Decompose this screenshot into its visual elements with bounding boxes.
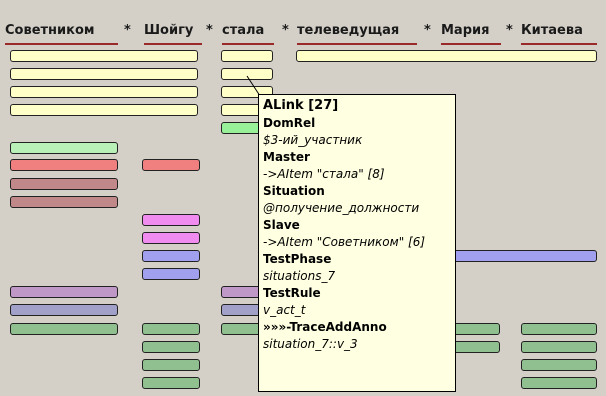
word-kitaeva[interactable]: Китаева xyxy=(521,22,583,40)
annotation-bar[interactable] xyxy=(142,323,200,335)
annotation-bar[interactable] xyxy=(221,50,273,62)
annotation-bar[interactable] xyxy=(521,323,597,335)
separator-5: * xyxy=(506,23,513,38)
separator-1: * xyxy=(124,23,131,38)
tooltip-field-key: »»»-TraceAddAnno xyxy=(263,320,387,334)
tooltip-field-value: v_act_t xyxy=(263,303,306,317)
annotation-bar[interactable] xyxy=(440,250,597,262)
separator-3: * xyxy=(282,23,289,38)
tooltip-field-value: ->AItem "Советником" [6] xyxy=(263,235,426,249)
separator-2: * xyxy=(206,23,213,38)
annotation-bar[interactable] xyxy=(10,68,198,80)
alink-tooltip: ALink [27] DomRel $3-ий_участник Master ->A… xyxy=(258,94,456,392)
word-underline-sovetnikom xyxy=(5,43,118,45)
word-sovetnikom[interactable]: Советником xyxy=(5,22,95,40)
annotation-bar[interactable] xyxy=(142,341,200,353)
annotation-bar[interactable] xyxy=(10,142,118,154)
sentence-header: Советником * Шойгу * стала * телеведущая… xyxy=(0,0,606,46)
annotation-bar[interactable] xyxy=(142,159,200,171)
annotation-bar[interactable] xyxy=(221,68,273,80)
annotation-bar[interactable] xyxy=(10,286,118,298)
word-televedushchaya[interactable]: телеведущая xyxy=(297,22,399,40)
tooltip-field-key: Situation xyxy=(263,184,325,198)
annotation-bar[interactable] xyxy=(10,50,198,62)
word-underline-televedushchaya xyxy=(297,43,417,45)
word-underline-stala xyxy=(222,43,274,45)
word-underline-kitaeva xyxy=(521,43,597,45)
annotation-bar[interactable] xyxy=(10,86,198,98)
word-stala[interactable]: стала xyxy=(222,22,264,40)
word-shoigu[interactable]: Шойгу xyxy=(144,22,193,40)
tooltip-title: ALink [27] xyxy=(263,98,339,113)
annotation-bar[interactable] xyxy=(142,268,200,280)
tooltip-field-key: TestRule xyxy=(263,286,321,300)
annotation-bar[interactable] xyxy=(142,214,200,226)
separator-4: * xyxy=(424,23,431,38)
annotation-bar[interactable] xyxy=(10,304,118,316)
tooltip-field-value: situation_7::v_3 xyxy=(263,337,358,351)
tooltip-field-key: DomRel xyxy=(263,116,316,130)
tooltip-field-value: @получение_должности xyxy=(263,201,420,215)
tooltip-field-value: $3-ий_участник xyxy=(263,133,363,147)
word-underline-shoigu xyxy=(144,43,202,45)
tooltip-field-key: Slave xyxy=(263,218,300,232)
annotation-bar[interactable] xyxy=(142,232,200,244)
annotation-bar[interactable] xyxy=(10,104,198,116)
annotation-bar[interactable] xyxy=(142,250,200,262)
word-underline-maria xyxy=(441,43,501,45)
annotation-bar[interactable] xyxy=(142,377,200,389)
annotation-bar[interactable] xyxy=(10,323,118,335)
word-maria[interactable]: Мария xyxy=(441,22,489,40)
tooltip-field-key: Master xyxy=(263,150,310,164)
annotation-bar[interactable] xyxy=(521,377,597,389)
annotation-bar[interactable] xyxy=(10,178,118,190)
annotation-bar[interactable] xyxy=(296,50,597,62)
annotation-bar[interactable] xyxy=(142,359,200,371)
tooltip-fields: DomRel $3-ий_участник Master ->AItem "стала… xyxy=(263,115,451,353)
annotation-bar[interactable] xyxy=(10,159,118,171)
annotation-bar[interactable] xyxy=(521,341,597,353)
tooltip-field-value: ->AItem "стала" [8] xyxy=(263,167,385,181)
tooltip-field-key: TestPhase xyxy=(263,252,332,266)
annotation-bar[interactable] xyxy=(521,359,597,371)
tooltip-field-value: situations_7 xyxy=(263,269,336,283)
annotation-bar[interactable] xyxy=(10,196,118,208)
